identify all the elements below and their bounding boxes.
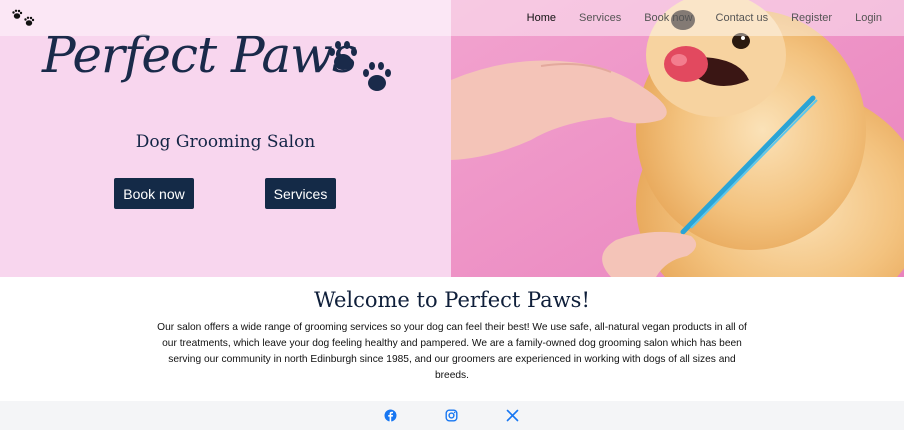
hero-tagline: Dog Grooming Salon: [135, 132, 316, 152]
nav-link-register[interactable]: Register: [791, 12, 832, 24]
nav-link-contact-us[interactable]: Contact us: [716, 12, 769, 24]
x-icon[interactable]: [506, 409, 519, 422]
instagram-icon[interactable]: [445, 409, 458, 422]
welcome-text: Our salon offers a wide range of groomin…: [157, 322, 747, 381]
book-now-button[interactable]: Book now: [114, 178, 194, 209]
nav-link-home[interactable]: Home: [527, 12, 556, 24]
hero-photo: [451, 0, 904, 277]
paw-prints-icon: [12, 9, 35, 26]
services-button[interactable]: Services: [265, 178, 336, 209]
nav-link-login[interactable]: Login: [855, 12, 882, 24]
top-navbar: Home Services Book now Contact us Regist…: [0, 0, 904, 36]
welcome-heading: Welcome to Perfect Paws!: [314, 288, 590, 312]
nav-link-book-now[interactable]: Book now: [644, 12, 692, 24]
facebook-icon[interactable]: [384, 409, 397, 422]
nav-link-services[interactable]: Services: [579, 12, 621, 24]
main-nav: Home Services Book now Contact us Regist…: [504, 0, 882, 36]
logo-paw-prints-icon: [329, 41, 391, 91]
